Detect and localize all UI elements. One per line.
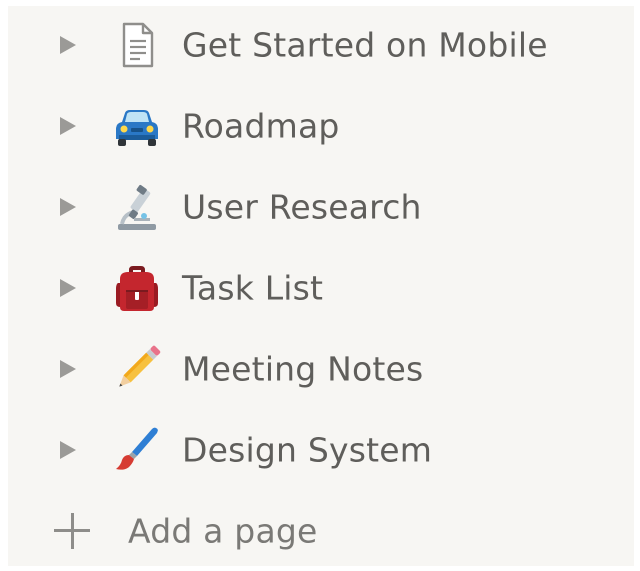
- backpack-icon[interactable]: [110, 261, 164, 315]
- expand-toggle-icon[interactable]: [60, 360, 76, 378]
- pencil-icon[interactable]: [110, 342, 164, 396]
- sidebar-item-label: Task List: [182, 268, 324, 308]
- sidebar-item-meeting-notes[interactable]: Meeting Notes: [8, 336, 634, 402]
- sidebar-item-label: Get Started on Mobile: [182, 25, 548, 65]
- expand-toggle-icon[interactable]: [60, 117, 76, 135]
- expand-toggle-icon[interactable]: [60, 441, 76, 459]
- sidebar-item-label: User Research: [182, 187, 422, 227]
- page-document-icon[interactable]: [110, 18, 164, 72]
- microscope-icon[interactable]: [110, 180, 164, 234]
- plus-icon: [52, 511, 92, 551]
- sidebar-item-label: Design System: [182, 430, 433, 470]
- add-page-label: Add a page: [128, 511, 318, 551]
- expand-toggle-icon[interactable]: [60, 279, 76, 297]
- sidebar-item-user-research[interactable]: User Research: [8, 174, 634, 240]
- sidebar-item-label: Meeting Notes: [182, 349, 424, 389]
- sidebar-item-get-started-on-mobile[interactable]: Get Started on Mobile: [8, 12, 634, 78]
- expand-toggle-icon[interactable]: [60, 36, 76, 54]
- expand-toggle-icon[interactable]: [60, 198, 76, 216]
- sidebar-item-roadmap[interactable]: Roadmap: [8, 93, 634, 159]
- car-icon[interactable]: [110, 99, 164, 153]
- sidebar-page-list: Get Started on Mobile Roadmap User Resea…: [8, 6, 634, 566]
- sidebar-item-task-list[interactable]: Task List: [8, 255, 634, 321]
- paintbrush-icon[interactable]: [110, 423, 164, 477]
- sidebar-item-design-system[interactable]: Design System: [8, 417, 634, 483]
- add-page-button[interactable]: Add a page: [8, 498, 634, 564]
- sidebar-item-label: Roadmap: [182, 106, 340, 146]
